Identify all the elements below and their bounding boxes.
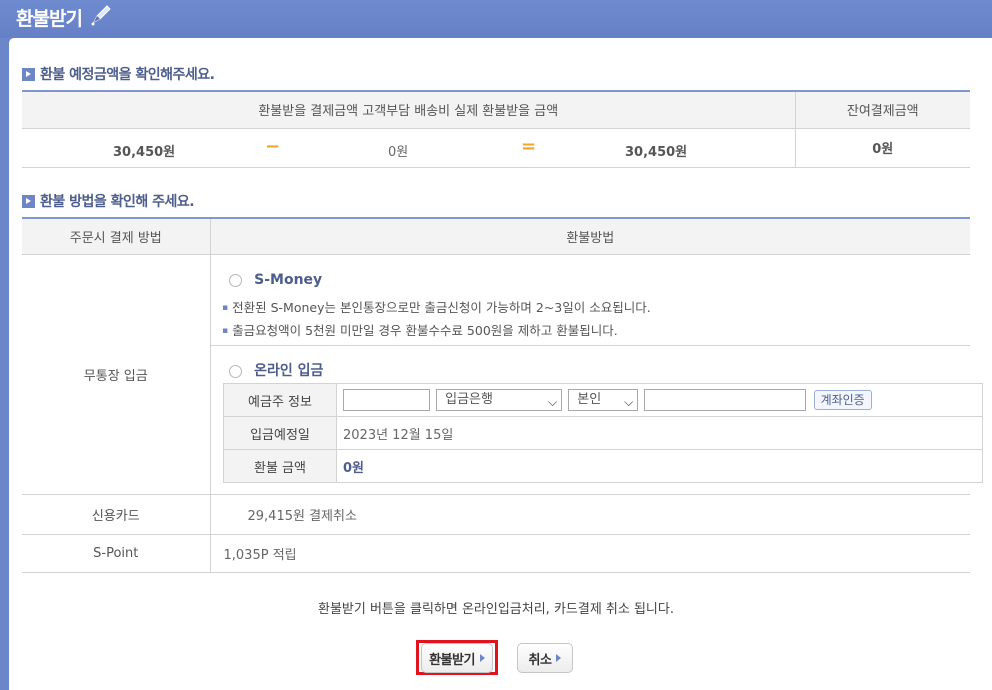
section-title-text: 환불 방법을 확인해 주세요.: [40, 194, 195, 210]
spoint-value: 1,035P 적립: [210, 534, 970, 573]
header-refund-method: 환불방법: [210, 218, 970, 255]
shipping-fee: 0원: [388, 144, 409, 160]
owner-select[interactable]: 본인 ⌵: [568, 389, 639, 411]
section-title-text: 환불 예정금액을 확인해주세요.: [40, 67, 215, 83]
bank-transfer-label: 무통장 입금: [22, 254, 211, 495]
title-bar: 환불받기: [0, 0, 992, 38]
bank-select-value: 입금은행: [445, 392, 493, 407]
remaining-amount: 0원: [872, 142, 894, 157]
refund-button[interactable]: 환불받기: [421, 643, 493, 673]
amount-row: 30,450원 − 0원 = 30,450원: [22, 129, 795, 167]
payment-amount: 30,450원: [113, 144, 176, 160]
chevron-down-icon: ⌵: [548, 395, 558, 409]
smoney-label: S-Money: [254, 272, 323, 288]
refund-button-label: 환불받기: [429, 652, 475, 668]
online-transfer-option[interactable]: 온라인 입금: [229, 360, 323, 380]
depositor-info-fields: 입금은행 ⌵ 본인 ⌵ 계좌인증: [336, 383, 983, 417]
account-number-input[interactable]: [644, 389, 807, 411]
online-transfer-radio[interactable]: [229, 365, 242, 378]
header-refund-breakdown: 환불받을 결제금액 고객부담 배송비 실제 환불받을 금액: [22, 91, 795, 129]
smoney-note-2: 출금요청액이 5천원 미만일 경우 환불수수료 500원을 제하고 환불됩니다.: [222, 320, 618, 339]
depositor-info-label: 예금주 정보: [223, 383, 337, 417]
chevron-down-icon: ⌵: [624, 395, 634, 409]
arrow-right-icon: [479, 654, 485, 662]
spoint-label: S-Point: [22, 534, 211, 573]
depositor-name-input[interactable]: [343, 389, 430, 411]
credit-card-label: 신용카드: [22, 494, 211, 535]
equals-sign: =: [521, 135, 537, 157]
smoney-option[interactable]: S-Money: [229, 272, 322, 288]
online-refund-amount: 0원: [343, 460, 365, 476]
option-divider: [210, 344, 970, 346]
arrow-right-icon: [556, 654, 562, 662]
refund-amount-table: 환불받을 결제금액 고객부담 배송비 실제 환불받을 금액 잔여결제금액 30,…: [22, 90, 970, 168]
arrow-bullet-icon: [22, 67, 35, 81]
cancel-button[interactable]: 취소: [517, 643, 573, 673]
header-payment-method: 주문시 결제 방법: [22, 218, 211, 255]
online-transfer-label: 온라인 입금: [254, 363, 324, 379]
smoney-radio[interactable]: [229, 274, 242, 287]
cancel-button-label: 취소: [528, 652, 552, 668]
section-title-refund-method: 환불 방법을 확인해 주세요.: [22, 191, 195, 211]
minus-sign: −: [265, 135, 281, 157]
footer-note: 환불받기 버튼을 클릭하면 온라인입금처리, 카드결제 취소 됩니다.: [318, 602, 674, 617]
online-refund-amount-label: 환불 금액: [223, 449, 337, 483]
online-transfer-form: 예금주 정보 입금은행 ⌵ 본인 ⌵ 계좌인증 입금예정일 2023년 12월 …: [223, 383, 983, 483]
arrow-bullet-icon: [22, 194, 35, 208]
section-title-refund-amount: 환불 예정금액을 확인해주세요.: [22, 64, 215, 84]
online-refund-amount-cell: 0원: [336, 449, 983, 483]
smoney-note-1: 전환된 S-Money는 본인통장으로만 출금신청이 가능하며 2~3일이 소요…: [222, 297, 651, 316]
owner-select-value: 본인: [577, 392, 602, 407]
credit-card-value: 29,415원 결제취소: [210, 494, 970, 535]
verify-account-button[interactable]: 계좌인증: [813, 390, 872, 410]
page-title: 환불받기: [16, 8, 83, 30]
deposit-date-value: 2023년 12월 15일: [336, 416, 983, 450]
refund-amount: 30,450원: [625, 144, 688, 160]
header-remaining-amount: 잔여결제금액: [794, 91, 970, 129]
deposit-date-label: 입금예정일: [223, 416, 337, 450]
pencil-icon: [91, 5, 111, 26]
bank-select[interactable]: 입금은행 ⌵: [436, 389, 563, 411]
